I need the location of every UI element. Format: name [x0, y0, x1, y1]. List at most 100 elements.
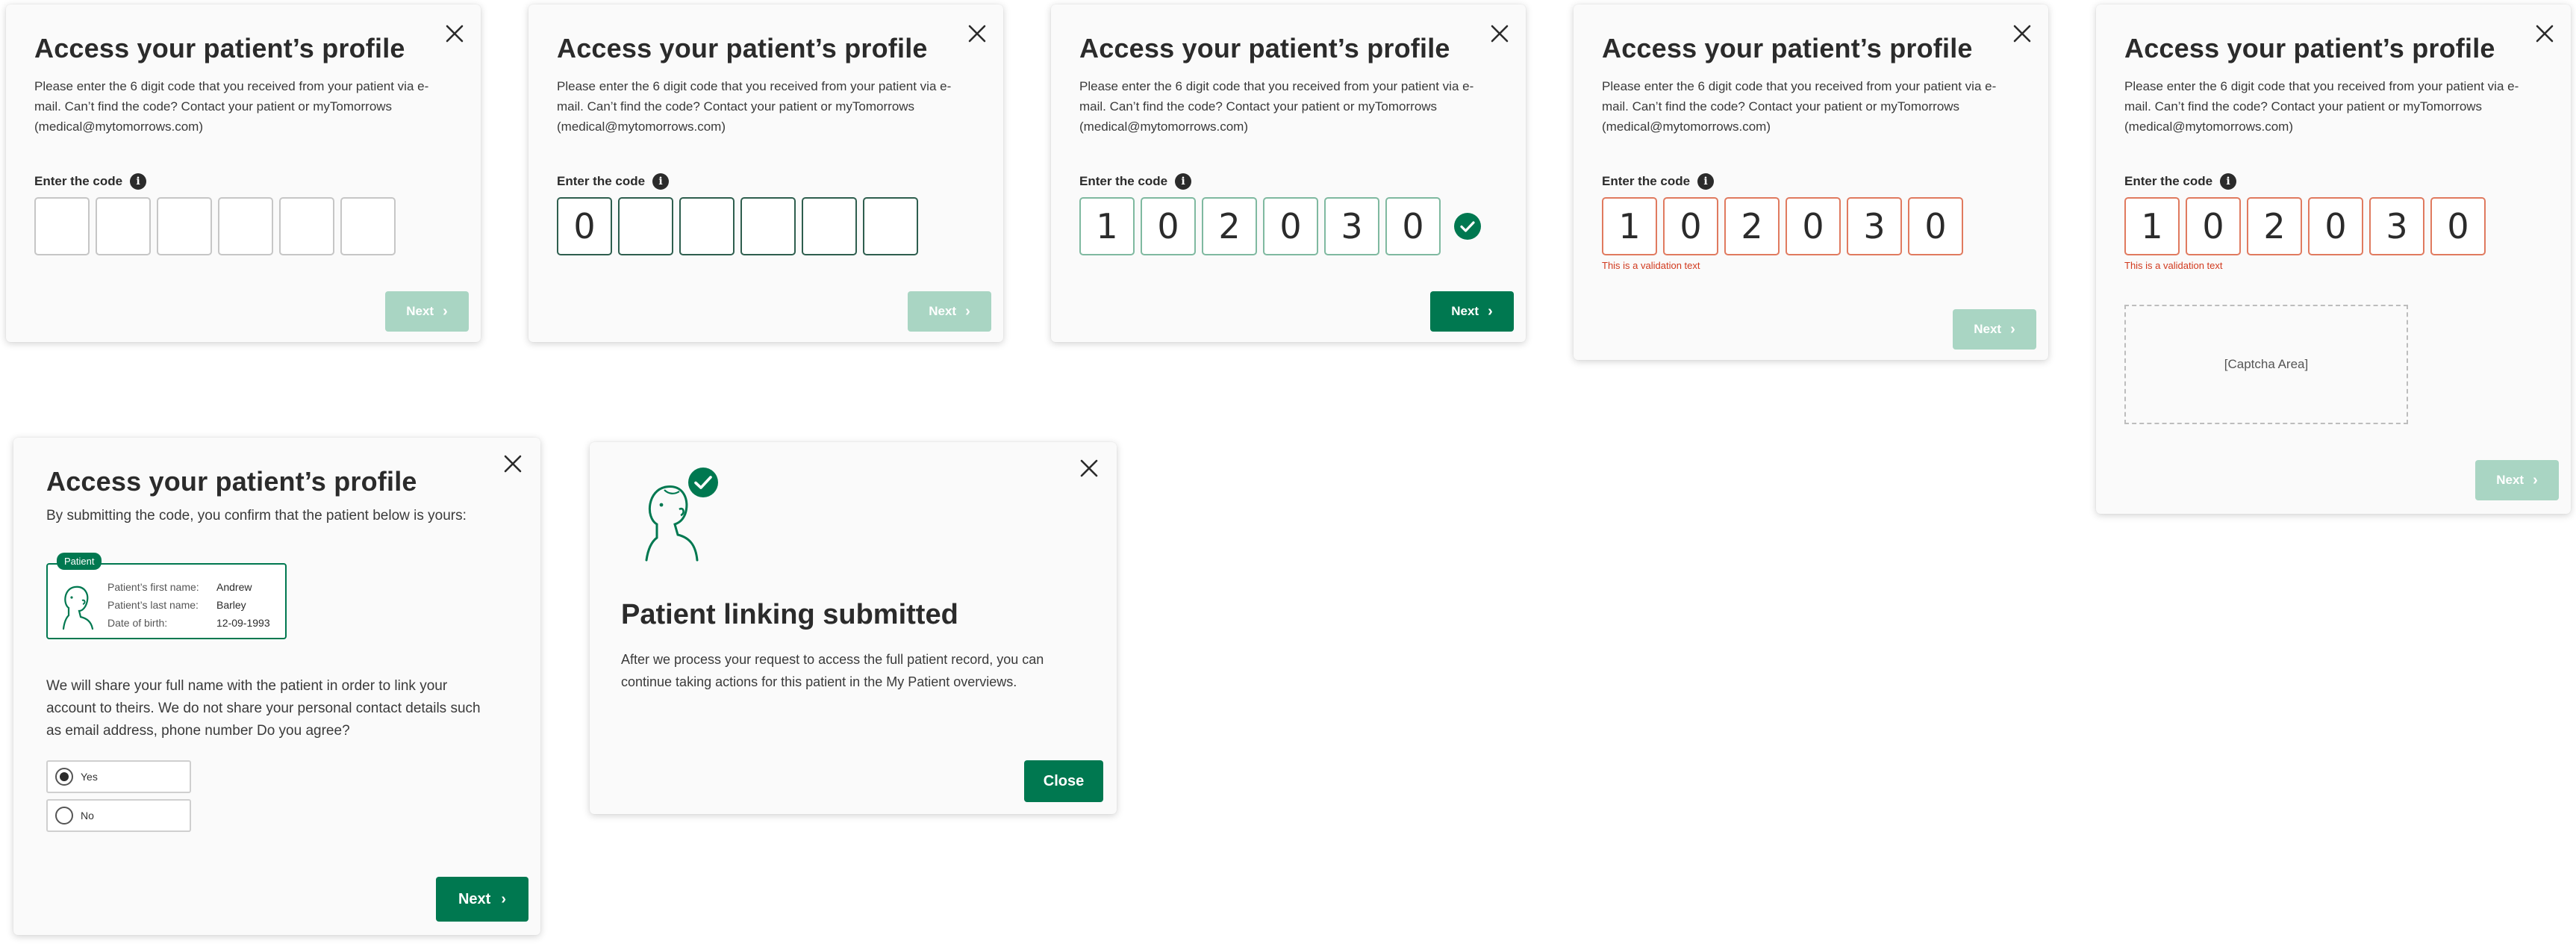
code-digit-5[interactable]: 3 [1847, 197, 1902, 255]
next-button[interactable]: Next › [1953, 309, 2036, 350]
code-input-group: 1 0 2 0 3 0 [1602, 197, 1963, 255]
info-icon[interactable]: i [130, 173, 147, 190]
dialog-title: Access your patient’s profile [557, 33, 928, 63]
code-digit-2[interactable]: 0 [1141, 197, 1196, 255]
code-digit-6[interactable]: 0 [1908, 197, 1963, 255]
next-button[interactable]: Next › [2475, 460, 2559, 500]
dialog-description: Please enter the 6 digit code that you r… [1079, 79, 1474, 134]
dialog-partial-code: Access your patient’s profile Please ent… [528, 4, 1003, 342]
info-icon[interactable]: i [1175, 173, 1192, 190]
close-icon[interactable] [966, 22, 988, 45]
info-icon[interactable]: i [1697, 173, 1715, 190]
radio-yes[interactable]: Yes [46, 760, 191, 793]
code-label: Enter the code [557, 174, 646, 188]
next-button-label: Next [406, 304, 434, 318]
next-button[interactable]: Next › [436, 877, 528, 922]
code-digit-3[interactable]: 2 [1202, 197, 1257, 255]
code-input-group: 0 [557, 197, 918, 255]
code-digit-4[interactable]: 0 [1263, 197, 1318, 255]
code-digit-3[interactable]: 2 [2247, 197, 2302, 255]
close-icon[interactable] [2011, 22, 2033, 45]
code-input-group: 1 0 2 0 3 0 [1079, 197, 1481, 255]
dialog-subtitle: By submitting the code, you confirm that… [46, 508, 467, 524]
close-button[interactable]: Close [1024, 760, 1103, 802]
info-icon[interactable]: i [652, 173, 670, 190]
dialog-title: Access your patient’s profile [34, 33, 405, 63]
code-label-row: Enter the code i [1079, 173, 1192, 190]
dialog-invalid-code: Access your patient’s profile Please ent… [1574, 4, 2048, 360]
code-digit-1[interactable]: 1 [2124, 197, 2180, 255]
code-label-row: Enter the code i [557, 173, 670, 190]
code-digit-2[interactable] [96, 197, 151, 255]
code-digit-6[interactable] [863, 197, 918, 255]
validation-text: This is a validation text [1602, 260, 1700, 271]
next-button[interactable]: Next › [385, 291, 469, 332]
code-digit-3[interactable] [679, 197, 735, 255]
code-label: Enter the code [1079, 174, 1168, 188]
next-button-label: Next [2496, 473, 2524, 487]
code-label-row: Enter the code i [34, 173, 147, 190]
code-digit-1[interactable]: 1 [1602, 197, 1657, 255]
code-label: Enter the code [34, 174, 123, 188]
code-digit-6[interactable]: 0 [2430, 197, 2486, 255]
next-button-label: Next [929, 304, 957, 318]
next-button-label: Next [1451, 304, 1479, 318]
chevron-right-icon: › [1488, 302, 1493, 320]
first-name-value: Andrew [216, 581, 252, 593]
code-digit-5[interactable] [279, 197, 334, 255]
patient-card: Patient Patient’s first name: Andrew Pat… [46, 553, 287, 639]
dialog-description: Please enter the 6 digit code that you r… [557, 79, 952, 134]
code-digit-3[interactable] [157, 197, 212, 255]
check-circle-icon [1454, 213, 1481, 240]
info-icon[interactable]: i [2220, 173, 2237, 190]
close-icon[interactable] [443, 22, 466, 45]
dialog-title: Access your patient’s profile [1079, 33, 1450, 63]
dob-label: Date of birth: [107, 617, 168, 629]
chevron-right-icon: › [965, 302, 970, 320]
radio-no[interactable]: No [46, 799, 191, 832]
dialog-captcha: Access your patient’s profile Please ent… [2096, 4, 2571, 514]
code-digit-2[interactable]: 0 [2186, 197, 2241, 255]
first-name-label: Patient’s first name: [107, 581, 199, 593]
code-digit-2[interactable]: 0 [1663, 197, 1718, 255]
dialog-title: Access your patient’s profile [2124, 33, 2495, 63]
code-label-row: Enter the code i [2124, 173, 2237, 190]
code-digit-1[interactable] [34, 197, 90, 255]
chevron-right-icon: › [501, 890, 507, 907]
dialog-confirm-patient: Access your patient’s profile By submitt… [13, 438, 540, 935]
code-digit-5[interactable]: 3 [2369, 197, 2424, 255]
close-icon[interactable] [1078, 457, 1100, 479]
dialog-description: Please enter the 6 digit code that you r… [1602, 79, 1997, 134]
patient-avatar-icon [62, 586, 94, 630]
close-icon[interactable] [1488, 22, 1511, 45]
success-title: Patient linking submitted [621, 599, 958, 630]
close-icon[interactable] [502, 453, 524, 475]
next-button[interactable]: Next › [1430, 291, 1514, 332]
dialog-description: Please enter the 6 digit code that you r… [2124, 79, 2519, 134]
close-icon[interactable] [2533, 22, 2556, 45]
code-label: Enter the code [1602, 174, 1691, 188]
code-digit-2[interactable] [618, 197, 673, 255]
dialog-valid-code: Access your patient’s profile Please ent… [1051, 4, 1526, 342]
code-digit-3[interactable]: 2 [1724, 197, 1780, 255]
code-digit-6[interactable] [340, 197, 396, 255]
dialog-success: Patient linking submitted After we proce… [590, 442, 1117, 814]
code-digit-5[interactable]: 3 [1324, 197, 1379, 255]
code-digit-4[interactable] [740, 197, 796, 255]
captcha-area[interactable]: [Captcha Area] [2124, 305, 2408, 424]
dialog-title: Access your patient’s profile [1602, 33, 1973, 63]
code-digit-1[interactable]: 0 [557, 197, 612, 255]
code-digit-4[interactable]: 0 [1786, 197, 1841, 255]
first-name-row: Patient’s first name: Andrew [107, 581, 252, 593]
code-digit-6[interactable]: 0 [1385, 197, 1441, 255]
dob-row: Date of birth: 12-09-1993 [107, 617, 270, 629]
next-button-label: Next [458, 890, 491, 907]
code-digit-4[interactable]: 0 [2308, 197, 2363, 255]
code-digit-4[interactable] [218, 197, 273, 255]
share-consent-text: We will share your full name with the pa… [46, 678, 481, 739]
code-digit-1[interactable]: 1 [1079, 197, 1135, 255]
code-digit-5[interactable] [802, 197, 857, 255]
chevron-right-icon: › [2010, 320, 2015, 338]
radio-unselected-icon [55, 807, 73, 825]
next-button[interactable]: Next › [908, 291, 991, 332]
